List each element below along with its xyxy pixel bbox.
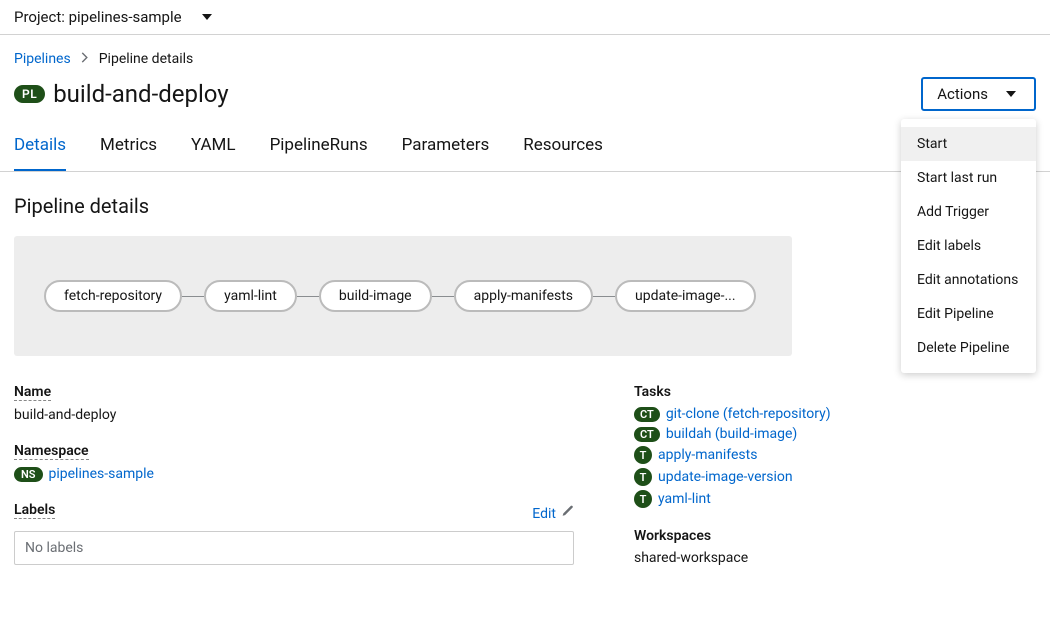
menu-item-start-last-run[interactable]: Start last run xyxy=(901,161,1036,195)
details-column-right: Tasks CT git-clone (fetch-repository) CT… xyxy=(634,384,1036,586)
task-row: T apply-manifests xyxy=(634,446,1036,464)
menu-item-start[interactable]: Start xyxy=(901,127,1036,161)
clustertask-badge: CT xyxy=(634,407,660,422)
edit-labels-link[interactable]: Edit xyxy=(532,505,574,522)
section-title: Pipeline details xyxy=(14,194,1036,218)
title-group: PL build-and-deploy xyxy=(14,80,229,108)
workspace-value: shared-workspace xyxy=(634,550,1036,566)
task-link-git-clone[interactable]: git-clone (fetch-repository) xyxy=(666,406,831,422)
tab-yaml[interactable]: YAML xyxy=(191,123,236,171)
project-label: Project: pipelines-sample xyxy=(14,8,182,26)
namespace-link[interactable]: pipelines-sample xyxy=(49,466,154,482)
project-selector[interactable]: Project: pipelines-sample xyxy=(14,8,212,26)
field-label-tasks: Tasks xyxy=(634,384,1036,400)
content: Pipeline details fetch-repository yaml-l… xyxy=(0,172,1050,608)
details-column-left: Name build-and-deploy Namespace NS pipel… xyxy=(14,384,574,586)
breadcrumb: Pipelines Pipeline details xyxy=(0,35,1050,75)
caret-down-icon xyxy=(202,14,212,20)
field-label-name: Name xyxy=(14,384,51,401)
connector-line xyxy=(297,296,319,297)
page-header: PL build-and-deploy Actions Start Start … xyxy=(0,75,1050,123)
task-badge: T xyxy=(634,446,652,464)
page-title: build-and-deploy xyxy=(53,80,228,108)
field-label-namespace: Namespace xyxy=(14,443,89,460)
actions-menu: Start Start last run Add Trigger Edit la… xyxy=(901,119,1036,373)
field-label-workspaces: Workspaces xyxy=(634,528,1036,544)
tab-parameters[interactable]: Parameters xyxy=(402,123,490,171)
no-labels-box: No labels xyxy=(14,531,574,565)
breadcrumb-root[interactable]: Pipelines xyxy=(14,51,71,67)
namespace-badge: NS xyxy=(14,467,43,482)
tab-resources[interactable]: Resources xyxy=(523,123,603,171)
menu-item-edit-pipeline[interactable]: Edit Pipeline xyxy=(901,297,1036,331)
actions-button[interactable]: Actions xyxy=(921,77,1036,111)
connector-line xyxy=(182,296,204,297)
pipeline-graph: fetch-repository yaml-lint build-image a… xyxy=(14,236,792,356)
clustertask-badge: CT xyxy=(634,427,660,442)
pencil-icon xyxy=(561,505,574,522)
edit-text: Edit xyxy=(532,506,556,522)
menu-item-add-trigger[interactable]: Add Trigger xyxy=(901,195,1036,229)
task-badge: T xyxy=(634,468,652,486)
tabs: Details Metrics YAML PipelineRuns Parame… xyxy=(0,123,1050,172)
pipeline-node-update-image[interactable]: update-image-... xyxy=(615,280,756,312)
field-value-name: build-and-deploy xyxy=(14,407,574,423)
task-link-buildah[interactable]: buildah (build-image) xyxy=(666,426,797,442)
task-row: CT git-clone (fetch-repository) xyxy=(634,406,1036,422)
menu-item-edit-labels[interactable]: Edit labels xyxy=(901,229,1036,263)
breadcrumb-current: Pipeline details xyxy=(99,51,194,67)
menu-item-delete-pipeline[interactable]: Delete Pipeline xyxy=(901,331,1036,365)
task-row: T yaml-lint xyxy=(634,490,1036,508)
field-label-labels: Labels xyxy=(14,502,55,519)
caret-down-icon xyxy=(1006,91,1016,97)
task-badge: T xyxy=(634,490,652,508)
actions-label: Actions xyxy=(937,85,988,103)
task-link-update-image-version[interactable]: update-image-version xyxy=(658,469,793,485)
tab-details[interactable]: Details xyxy=(14,123,66,171)
details-grid: Name build-and-deploy Namespace NS pipel… xyxy=(14,384,1036,586)
connector-line xyxy=(593,296,615,297)
pipeline-node-build-image[interactable]: build-image xyxy=(319,280,432,312)
pipeline-badge: PL xyxy=(14,85,45,103)
tab-pipelineruns[interactable]: PipelineRuns xyxy=(270,123,368,171)
task-link-apply-manifests[interactable]: apply-manifests xyxy=(658,447,757,463)
pipeline-node-yaml-lint[interactable]: yaml-lint xyxy=(204,280,297,312)
task-link-yaml-lint[interactable]: yaml-lint xyxy=(658,491,711,507)
task-list: CT git-clone (fetch-repository) CT build… xyxy=(634,406,1036,508)
chevron-right-icon xyxy=(81,51,89,67)
task-row: T update-image-version xyxy=(634,468,1036,486)
pipeline-node-fetch-repository[interactable]: fetch-repository xyxy=(44,280,182,312)
pipeline-node-apply-manifests[interactable]: apply-manifests xyxy=(454,280,593,312)
project-bar: Project: pipelines-sample xyxy=(0,0,1050,35)
menu-item-edit-annotations[interactable]: Edit annotations xyxy=(901,263,1036,297)
tab-metrics[interactable]: Metrics xyxy=(100,123,157,171)
task-row: CT buildah (build-image) xyxy=(634,426,1036,442)
connector-line xyxy=(432,296,454,297)
